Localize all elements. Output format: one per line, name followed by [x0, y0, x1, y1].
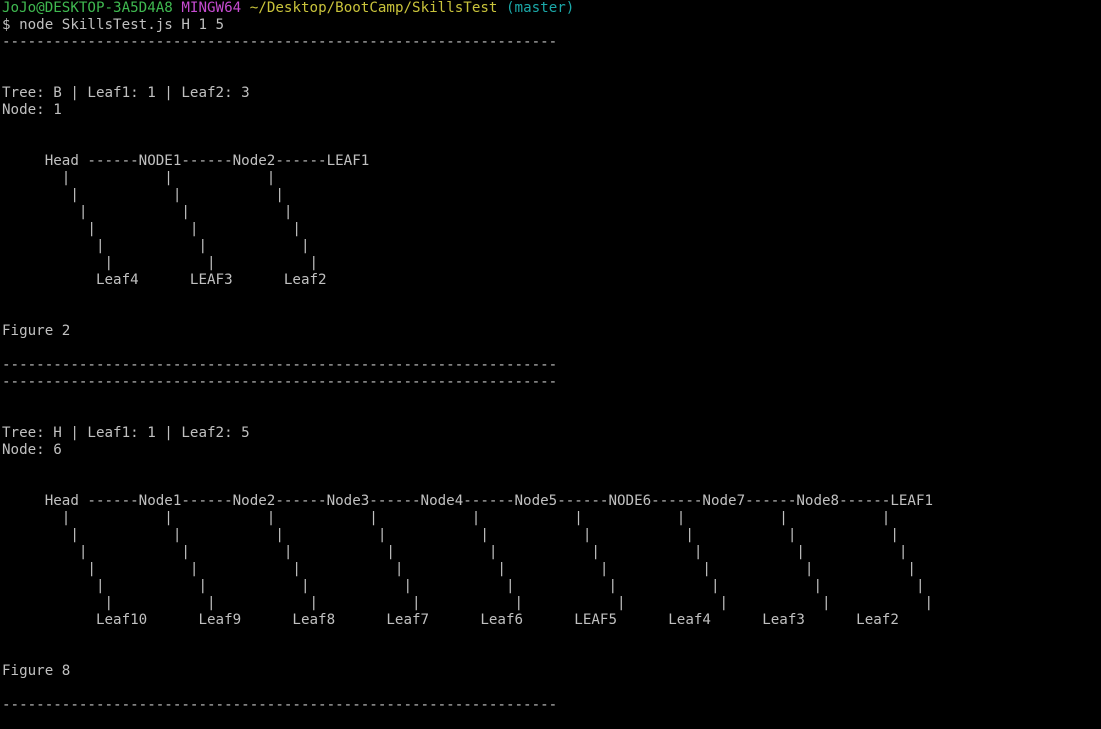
output-line: ----------------------------------------… [2, 357, 558, 373]
command-text: node SkillsTest.js H 1 5 [19, 17, 225, 33]
output-line: | | | | | | | | | [2, 510, 891, 526]
output-line: | | | | | | | | | [2, 527, 899, 543]
prompt-shell: MINGW64 [181, 0, 242, 16]
output-line: Head ------Node1------Node2------Node3--… [2, 493, 934, 509]
output-line: | | | [2, 221, 301, 237]
output-line: | | | | | | | | | [2, 578, 925, 594]
output-line: | | | [2, 170, 276, 186]
output-line: Tree: H | Leaf1: 1 | Leaf2: 5 [2, 425, 250, 441]
output-line: | | | [2, 204, 293, 220]
output-line: | | | [2, 187, 284, 203]
terminal-window[interactable]: JoJo@DESKTOP-3A5D4A8 MINGW64 ~/Desktop/B… [0, 0, 1101, 729]
output-line: Leaf10 Leaf9 Leaf8 Leaf7 Leaf6 LEAF5 Lea… [2, 612, 899, 628]
output-line: | | | | | | | | | [2, 595, 934, 611]
output-line: ----------------------------------------… [2, 374, 558, 390]
output-line: Figure 8 [2, 663, 71, 679]
terminal-output: ----------------------------------------… [2, 34, 1101, 714]
prompt-symbol: $ [2, 17, 11, 33]
prompt-user-host: JoJo@DESKTOP-3A5D4A8 [2, 0, 173, 16]
prompt-line: JoJo@DESKTOP-3A5D4A8 MINGW64 ~/Desktop/B… [2, 0, 1101, 17]
prompt-branch: (master) [506, 0, 575, 16]
output-line: Leaf4 LEAF3 Leaf2 [2, 272, 327, 288]
prompt-path: ~/Desktop/BootCamp/SkillsTest [249, 0, 498, 16]
output-line: Node: 1 [2, 102, 62, 118]
output-line: | | | | | | | | | [2, 544, 908, 560]
output-line: | | | | | | | | | [2, 561, 916, 577]
command-line: $ node SkillsTest.js H 1 5 [2, 17, 1101, 34]
output-line: Figure 2 [2, 323, 71, 339]
output-line: Tree: B | Leaf1: 1 | Leaf2: 3 [2, 85, 250, 101]
output-line: | | | [2, 255, 319, 271]
output-line: Head ------NODE1------Node2------LEAF1 [2, 153, 370, 169]
output-line: | | | [2, 238, 310, 254]
output-line: ----------------------------------------… [2, 34, 558, 50]
output-line: Node: 6 [2, 442, 62, 458]
output-line: ----------------------------------------… [2, 697, 558, 713]
